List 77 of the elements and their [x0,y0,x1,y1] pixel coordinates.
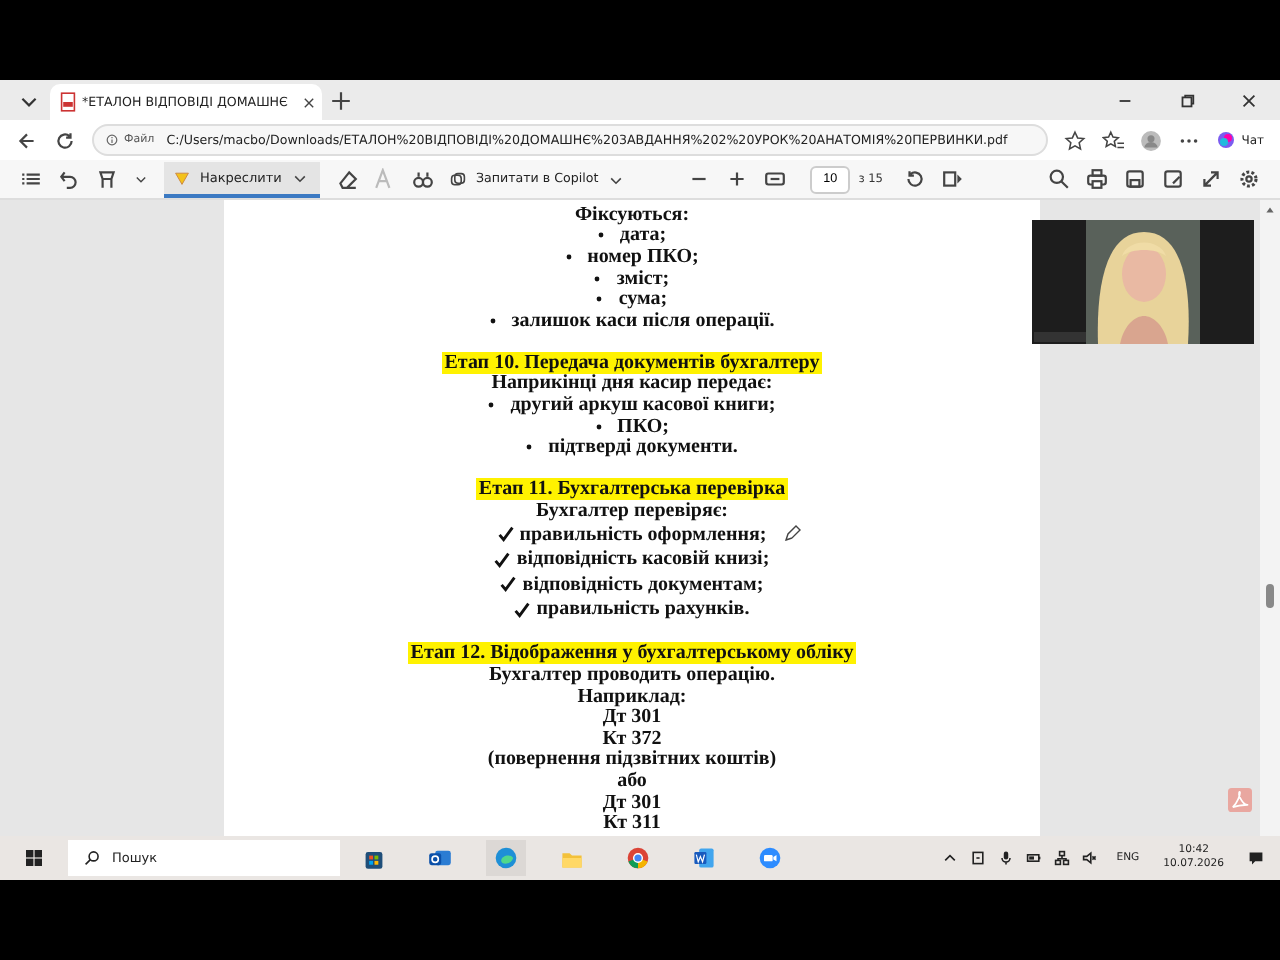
list-item: залишок каси після операції. [511,309,775,332]
text-line: Бухгалтер перевіряє: [535,499,728,522]
network-icon[interactable] [1054,850,1071,866]
text-line: (повернення підзвітних коштів) [487,748,777,771]
notification-icon[interactable] [1248,850,1264,866]
list-item: ПКО; [617,415,669,438]
favorites-icon[interactable] [1101,129,1124,151]
contents-icon[interactable] [20,168,42,190]
highlighter-icon[interactable] [96,168,118,190]
bullet-icon [565,253,572,260]
bullet-icon [596,296,603,303]
print-icon[interactable] [1086,168,1108,190]
bullet-icon [489,317,496,324]
text-line: або [617,769,647,792]
read-aloud-icon[interactable] [412,168,434,190]
list-item: підтверді документи. [548,436,738,459]
battery-icon[interactable] [1026,850,1043,866]
new-tab-icon[interactable] [330,89,352,111]
bullet-icon [594,275,601,282]
zoom-in-icon[interactable] [726,168,749,190]
chevron-up-icon[interactable] [942,850,959,866]
section-heading: Етап 10. Передача документів бухгалтеру [442,351,822,374]
text-line: Кт 372 [602,727,662,750]
draw-triangle-icon [174,169,190,185]
muted-speaker-icon[interactable] [1082,850,1099,866]
section-heading: Етап 11. Бухгалтерська перевірка [476,478,788,501]
eraser-icon[interactable] [336,168,358,190]
edge-browser-icon[interactable] [485,840,525,876]
list-item: другий аркуш касової книги; [510,394,776,417]
pencil-cursor-icon [782,523,803,544]
text-line: Дт 301 [602,791,662,814]
text-line: Фіксуються: [574,203,690,226]
bullet-icon [597,232,604,239]
checklist-item: правильність оформлення; [519,523,767,546]
page-view-icon[interactable] [941,168,963,190]
settings-icon[interactable] [1238,168,1260,190]
close-icon[interactable] [1240,91,1258,109]
fullscreen-icon[interactable] [1200,168,1222,190]
device-icon[interactable] [970,850,987,866]
star-icon[interactable] [1063,129,1086,151]
copilot-icon [450,171,466,187]
bullet-icon [595,423,602,430]
close-icon[interactable] [301,95,316,109]
text-line: Наприклад: [577,685,687,708]
list-item: зміст; [616,267,670,290]
back-icon[interactable] [16,129,38,151]
copilot-icon [1215,130,1236,150]
undo-icon[interactable] [58,168,80,190]
scroll-up-icon[interactable] [1264,204,1276,216]
microphone-icon[interactable] [998,850,1015,866]
search-icon[interactable] [1048,168,1070,190]
save-icon[interactable] [1124,168,1146,190]
windows-start-icon[interactable] [24,848,44,868]
text-line: Кт 311 [603,812,661,835]
bullet-icon [488,402,495,409]
reload-icon[interactable] [54,129,76,151]
profile-icon[interactable] [1139,129,1162,151]
text-line: Дт 301 [602,706,662,729]
pdf-icon [60,92,76,112]
fit-page-icon[interactable] [764,168,787,190]
list-item: номер ПКО; [587,245,699,268]
list-item: сума; [618,288,668,311]
scrollbar-thumb[interactable] [1266,584,1274,608]
bullet-icon [526,444,533,451]
text-line: Наприкінці дня касир передає: [491,372,773,395]
list-item: дата; [619,224,667,247]
info-icon[interactable] [106,134,118,146]
caret-icon[interactable] [134,172,148,186]
save-as-icon[interactable] [1162,168,1184,190]
checklist-item: відповідність касовій книзі; [516,548,770,571]
checklist-item: відповідність документам; [522,573,764,596]
checklist-item: правильність рахунків. [536,598,750,621]
section-heading: Етап 12. Відображення у бухгалтерському обліку [408,642,856,665]
rotate-icon[interactable] [903,168,925,190]
restore-icon[interactable] [1178,91,1196,109]
search-icon [84,850,100,866]
text-line: Бухгалтер проводить операцію. [488,663,776,686]
